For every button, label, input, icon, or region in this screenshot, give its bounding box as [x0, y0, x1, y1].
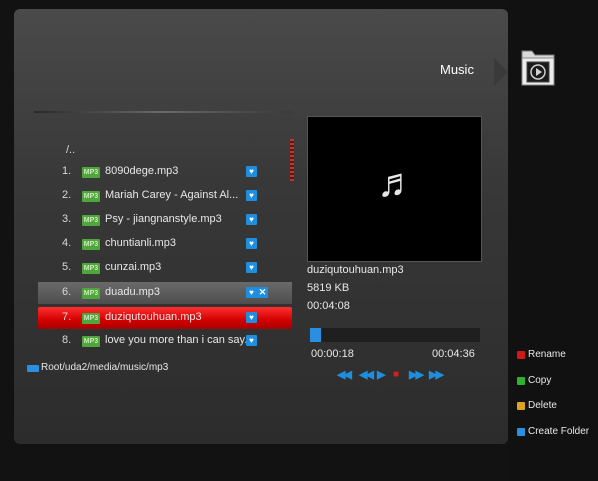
favorite-heart-icon[interactable]: ♥ — [246, 287, 257, 298]
item-number: 2. — [62, 189, 72, 201]
color-key-label: Delete — [528, 400, 557, 411]
item-number: 3. — [62, 213, 72, 225]
mp3-file-icon: MP3 — [82, 239, 100, 250]
color-key-label: Create Folder — [528, 426, 590, 437]
list-item[interactable]: 6. MP3 duadu.mp3 ♥ ✕ — [38, 282, 292, 304]
favorite-heart-icon[interactable]: ♥ — [246, 238, 257, 249]
stop-icon[interactable]: ■ — [393, 368, 399, 382]
favorite-heart-icon[interactable]: ♥ — [246, 335, 257, 346]
item-number: 6. — [62, 286, 72, 298]
list-item[interactable]: 2. MP3 Mariah Carey - Against Al... ♥ — [38, 185, 292, 207]
rewind-fast-icon[interactable]: ◀◀ — [337, 368, 352, 382]
track-file-name: duziqutouhuan.mp3 — [307, 264, 404, 276]
item-number: 8. — [62, 334, 72, 346]
item-number: 5. — [62, 261, 72, 273]
color-key-icon — [517, 351, 525, 359]
favorite-heart-icon[interactable]: ♥ — [246, 262, 257, 273]
item-file-name: Mariah Carey - Against Al... — [105, 189, 239, 201]
play-icon[interactable]: ▶ — [377, 368, 386, 382]
favorite-heart-icon[interactable]: ♥ — [246, 214, 257, 225]
mp3-file-icon: MP3 — [82, 313, 100, 324]
item-number: 7. — [62, 311, 72, 323]
item-file-name: duziqutouhuan.mp3 — [105, 311, 202, 323]
playback-progress-bar[interactable] — [310, 328, 480, 342]
list-item[interactable]: 4. MP3 chuntianli.mp3 ♥ — [38, 233, 292, 255]
page-title: Music — [440, 62, 474, 77]
favorite-heart-icon[interactable]: ♥ — [246, 312, 257, 323]
item-file-name: chuntianli.mp3 — [105, 237, 176, 249]
forward-icon[interactable]: ▶▶ — [409, 368, 424, 382]
mp3-file-icon: MP3 — [82, 191, 100, 202]
favorite-heart-icon[interactable]: ♥ — [246, 190, 257, 201]
rewind-icon[interactable]: ◀◀ — [359, 368, 374, 382]
item-file-name: love you more than i can say. — [105, 334, 248, 346]
mp3-file-icon: MP3 — [82, 263, 100, 274]
title-arrow-icon — [494, 58, 508, 86]
header-divider — [34, 111, 290, 113]
list-item[interactable]: 7. MP3 duziqutouhuan.mp3 ♥ — [38, 307, 292, 329]
color-key-icon — [517, 402, 525, 410]
forward-fast-icon[interactable]: ▶▶ — [429, 368, 444, 382]
item-number: 4. — [62, 237, 72, 249]
parent-directory-item[interactable]: /.. — [66, 144, 75, 156]
mp3-file-icon: MP3 — [82, 336, 100, 347]
list-item[interactable]: 3. MP3 Psy - jiangnanstyle.mp3 ♥ — [38, 209, 292, 231]
track-file-size: 5819 KB — [307, 282, 350, 294]
color-key-icon — [517, 377, 525, 385]
usb-drive-icon — [27, 365, 39, 372]
color-key-label: Copy — [528, 375, 552, 386]
mp3-file-icon: MP3 — [82, 288, 100, 299]
mp3-file-icon: MP3 — [82, 167, 100, 178]
current-time: 00:00:18 — [311, 348, 354, 360]
list-item[interactable]: 8. MP3 love you more than i can say. ♥ — [38, 330, 292, 352]
screen-frame: Music /.. 1. MP3 8090dege.mp3 ♥ 2. MP3 Mariah … — [0, 0, 598, 481]
item-file-name: cunzai.mp3 — [105, 261, 162, 273]
item-file-name: Psy - jiangnanstyle.mp3 — [105, 213, 222, 225]
track-duration: 00:04:08 — [307, 300, 350, 312]
color-key-label: Rename — [528, 349, 566, 360]
color-key-icon — [517, 428, 525, 436]
music-folder-icon — [521, 50, 555, 86]
current-path: Root/uda2/media/music/mp3 — [41, 362, 169, 373]
playback-progress-fill — [310, 328, 322, 342]
favorite-heart-icon[interactable]: ♥ — [246, 166, 257, 177]
item-file-name: duadu.mp3 — [105, 286, 161, 298]
list-item[interactable]: 5. MP3 cunzai.mp3 ♥ — [38, 257, 292, 279]
mp3-file-icon: MP3 — [82, 215, 100, 226]
list-item[interactable]: 1. MP3 8090dege.mp3 ♥ — [38, 161, 292, 183]
total-time: 00:04:36 — [432, 348, 475, 360]
item-number: 1. — [62, 165, 72, 177]
item-file-name: 8090dege.mp3 — [105, 165, 179, 177]
music-note-icon: ♬ — [377, 161, 417, 205]
delete-mark-icon[interactable]: ✕ — [257, 287, 268, 298]
